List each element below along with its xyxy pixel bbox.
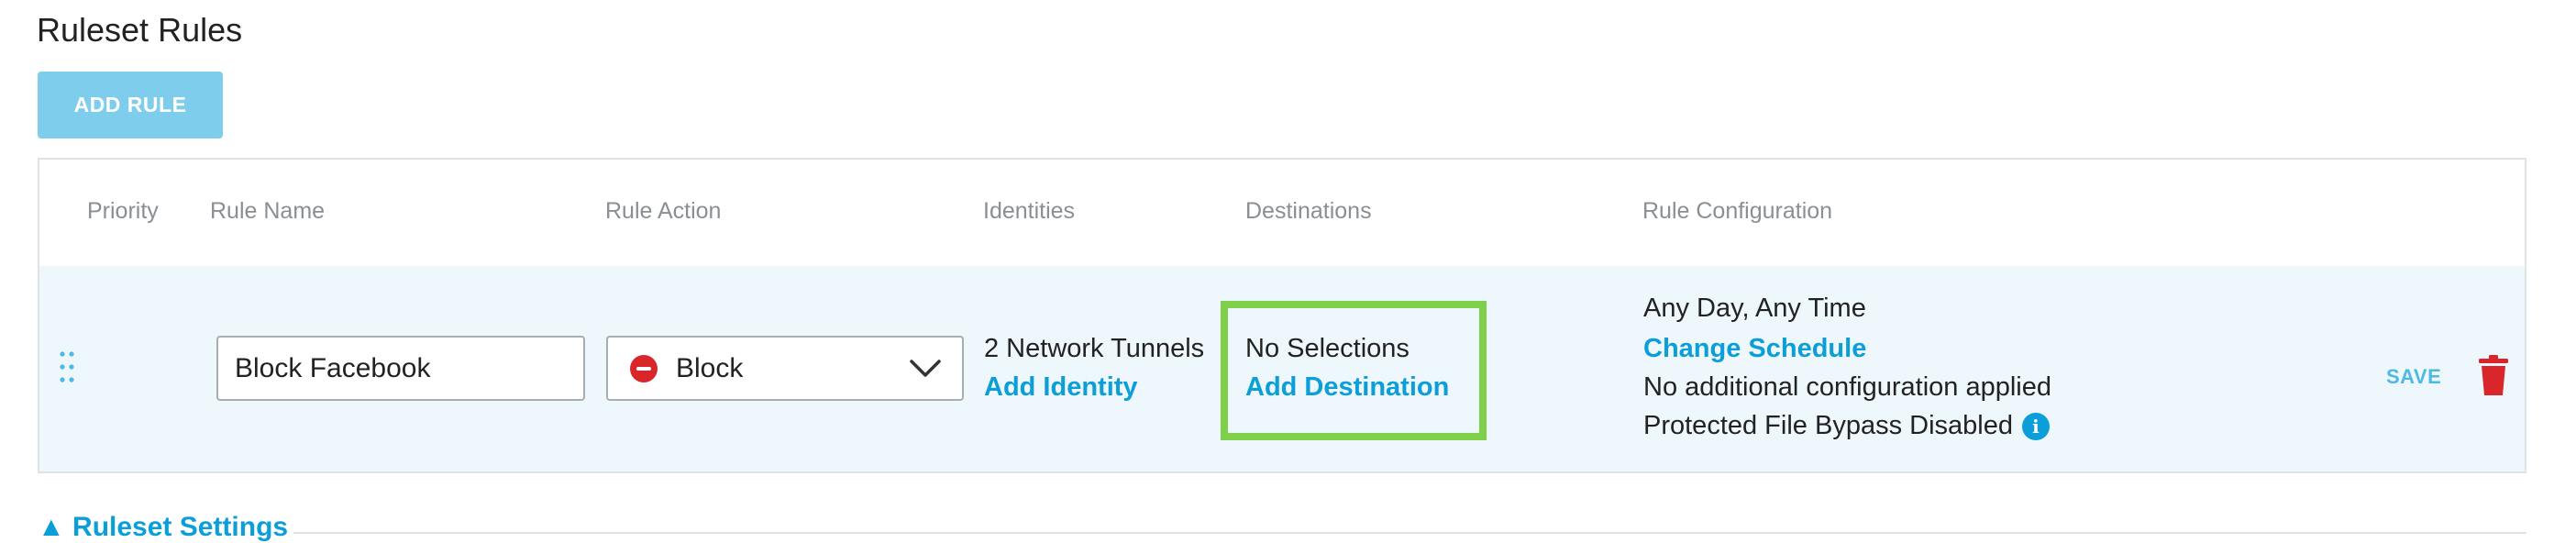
- block-icon: [630, 354, 658, 382]
- add-rule-button[interactable]: ADD RULE: [38, 72, 223, 139]
- identities-text: 2 Network Tunnels: [984, 334, 1205, 363]
- destinations-highlight: [1221, 301, 1487, 440]
- header-destinations: Destinations: [1245, 198, 1372, 224]
- ruleset-rules-page: Ruleset Rules ADD RULE Priority Rule Nam…: [0, 0, 2576, 542]
- save-button[interactable]: SAVE: [2386, 365, 2441, 389]
- rule-name-input[interactable]: Block Facebook: [216, 336, 585, 401]
- table-row: Block Facebook Block 2 Network Tunnels A…: [39, 266, 2525, 471]
- rule-action-value: Block: [676, 352, 744, 383]
- rules-table: Priority Rule Name Rule Action Identitie…: [38, 158, 2526, 473]
- header-rule-action: Rule Action: [605, 198, 722, 224]
- change-schedule-link[interactable]: Change Schedule: [1643, 334, 1866, 364]
- destinations-text: No Selections: [1245, 334, 1410, 363]
- bypass-text: Protected File Bypass Disabled: [1643, 411, 2013, 440]
- drag-handle-icon[interactable]: [58, 350, 76, 383]
- additional-config-text: No additional configuration applied: [1643, 372, 2051, 402]
- header-rule-configuration: Rule Configuration: [1642, 198, 1833, 224]
- add-identity-link[interactable]: Add Identity: [984, 372, 1138, 403]
- ruleset-settings-toggle[interactable]: ▲ Ruleset Settings: [38, 512, 288, 543]
- schedule-text: Any Day, Any Time: [1643, 294, 1866, 323]
- chevron-down-icon: [909, 358, 942, 384]
- header-priority: Priority: [87, 198, 159, 224]
- header-identities: Identities: [983, 198, 1076, 224]
- trash-icon[interactable]: [2479, 355, 2508, 402]
- table-header: Priority Rule Name Rule Action Identitie…: [39, 160, 2525, 268]
- bypass-row: Protected File Bypass Disabled i: [1643, 411, 2050, 441]
- add-destination-link[interactable]: Add Destination: [1245, 372, 1449, 403]
- header-rule-name: Rule Name: [210, 198, 326, 224]
- info-icon[interactable]: i: [2021, 413, 2050, 441]
- rule-action-select[interactable]: Block: [606, 336, 964, 401]
- page-title: Ruleset Rules: [37, 11, 243, 49]
